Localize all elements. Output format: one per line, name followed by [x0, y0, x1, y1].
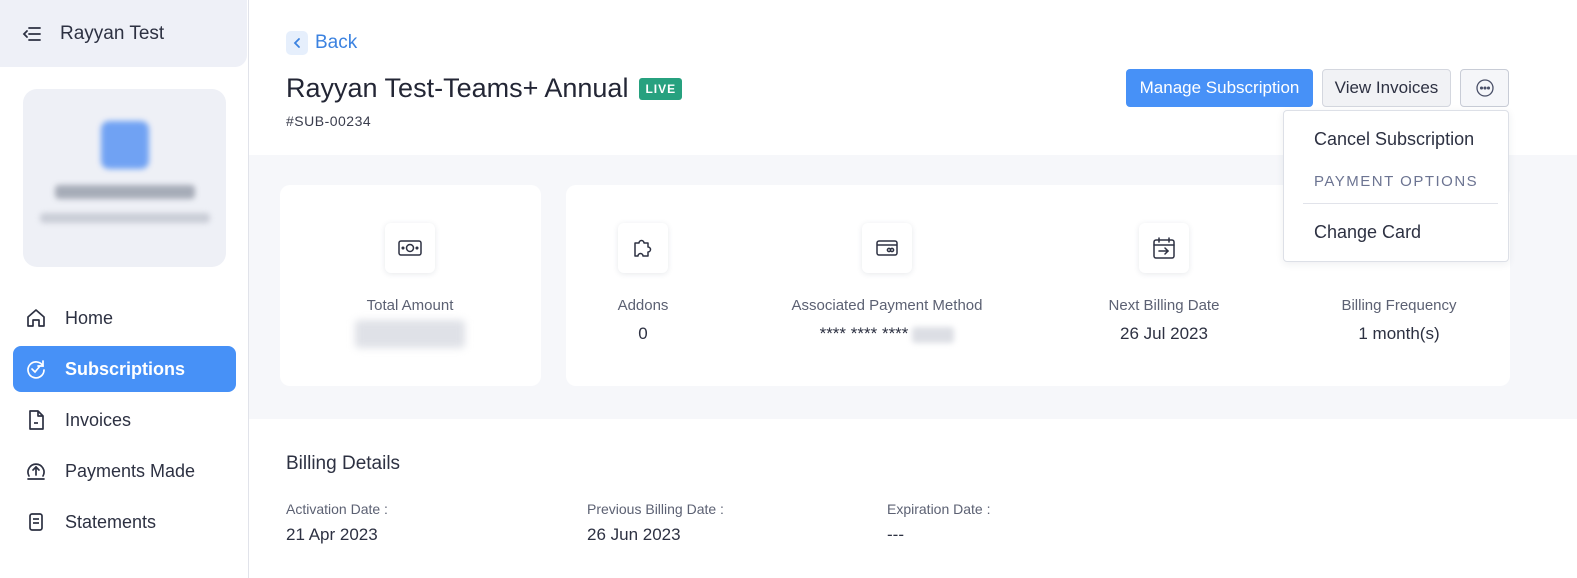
activation-date-field: Activation Date : 21 Apr 2023	[286, 501, 388, 545]
sidebar-item-statements[interactable]: Statements	[13, 499, 236, 545]
stat-label: Addons	[617, 297, 669, 314]
billing-details-section: Billing Details	[286, 453, 400, 475]
avatar	[100, 121, 149, 169]
profile-card[interactable]	[23, 89, 226, 267]
subscriptions-icon	[27, 360, 45, 379]
org-name: Rayyan Test	[60, 22, 165, 44]
stat-label: Billing Frequency	[1341, 297, 1457, 314]
invoice-icon	[29, 410, 44, 430]
back-link[interactable]: Back	[286, 31, 357, 55]
main-content: Back Rayyan Test-Teams+ Annual LIVE #SUB…	[249, 0, 1577, 578]
field-value: 21 Apr 2023	[286, 525, 378, 544]
field-label: Previous Billing Date :	[587, 501, 724, 517]
page-title: Rayyan Test-Teams+ Annual	[286, 73, 629, 103]
dropdown-divider	[1303, 203, 1498, 204]
sidebar-item-label: Subscriptions	[65, 358, 186, 379]
sidebar-item-home[interactable]: Home	[13, 295, 236, 341]
field-label: Activation Date :	[286, 501, 388, 517]
sidebar-item-invoices[interactable]: Invoices	[13, 397, 236, 443]
more-horizontal-icon	[1475, 79, 1494, 97]
statement-icon	[29, 513, 43, 531]
sidebar-item-subscriptions[interactable]: Subscriptions	[13, 346, 236, 392]
stat-value: 26 Jul 2023	[1120, 324, 1208, 343]
subscription-id: #SUB-00234	[286, 113, 372, 129]
change-card-menu-item[interactable]: Change Card	[1314, 222, 1421, 243]
puzzle-icon	[618, 223, 668, 273]
field-value: 26 Jun 2023	[587, 525, 681, 544]
sidebar: Rayyan Test Home Subscriptions Invoices …	[0, 0, 249, 578]
payment-upload-icon	[27, 463, 45, 480]
profile-name-redacted	[54, 185, 195, 199]
field-value: ---	[887, 525, 904, 544]
billing-details-heading: Billing Details	[286, 453, 401, 474]
payment-options-section-label: PAYMENT OPTIONS	[1314, 173, 1479, 190]
card-last-digits-redacted	[912, 326, 955, 343]
title-row: Rayyan Test-Teams+ Annual LIVE	[286, 73, 683, 104]
stat-label: Next Billing Date	[1108, 297, 1220, 314]
money-icon	[385, 223, 435, 273]
sidebar-item-label: Statements	[65, 511, 157, 532]
sidebar-item-label: Invoices	[65, 409, 132, 430]
status-badge: LIVE	[639, 77, 683, 100]
total-amount-card: Total Amount	[280, 185, 541, 386]
stat-addons: Addons 0	[523, 223, 763, 344]
sidebar-nav: Home Subscriptions Invoices Payments Mad…	[13, 295, 236, 550]
sidebar-item-payments-made[interactable]: Payments Made	[13, 448, 236, 494]
stat-label: Total Amount	[366, 297, 454, 314]
stat-value: **** **** ****	[767, 324, 1007, 344]
field-label: Expiration Date :	[887, 501, 991, 517]
calendar-arrow-icon	[1139, 223, 1189, 273]
cancel-subscription-menu-item[interactable]: Cancel Subscription	[1314, 129, 1474, 150]
previous-billing-date-field: Previous Billing Date : 26 Jun 2023	[587, 501, 724, 545]
more-options-button[interactable]	[1460, 69, 1509, 107]
back-label: Back	[315, 32, 358, 53]
sidebar-header: Rayyan Test	[0, 0, 247, 67]
manage-subscription-button[interactable]: Manage Subscription	[1126, 69, 1313, 107]
menu-collapse-icon[interactable]	[22, 24, 42, 44]
stat-next-billing: Next Billing Date 26 Jul 2023	[1044, 223, 1284, 344]
profile-blurred-content	[37, 109, 212, 241]
view-invoices-button[interactable]: View Invoices	[1322, 69, 1451, 107]
more-options-dropdown: Cancel Subscription PAYMENT OPTIONS Chan…	[1283, 110, 1509, 262]
stat-total-amount: Total Amount	[290, 223, 530, 348]
stat-label: Associated Payment Method	[791, 297, 983, 314]
masked-card-number: **** **** ****	[819, 324, 909, 343]
stat-value: 0	[638, 324, 648, 343]
profile-email-redacted	[39, 213, 210, 223]
stat-payment-method: Associated Payment Method **** **** ****	[767, 223, 1007, 344]
stat-value: 1 month(s)	[1358, 324, 1440, 343]
expiration-date-field: Expiration Date : ---	[887, 501, 991, 545]
sidebar-item-label: Home	[65, 307, 114, 328]
card-icon	[862, 223, 912, 273]
sidebar-item-label: Payments Made	[65, 460, 196, 481]
chevron-left-icon	[286, 31, 308, 55]
home-icon	[27, 309, 45, 327]
stat-value-redacted	[290, 320, 530, 348]
